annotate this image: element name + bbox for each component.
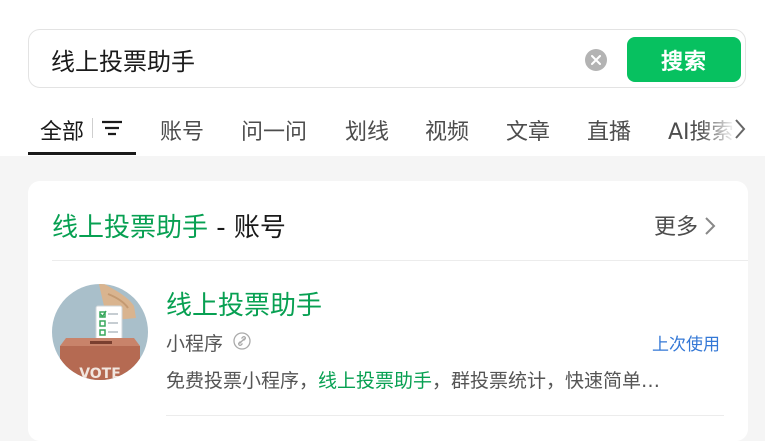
- close-icon: [591, 55, 601, 65]
- result-title[interactable]: 线上投票助手: [166, 285, 322, 322]
- search-button[interactable]: 搜索: [627, 37, 741, 82]
- tab-divider: [92, 118, 93, 138]
- tab-all[interactable]: 全部: [40, 114, 84, 146]
- clear-search-button[interactable]: [585, 49, 607, 71]
- tab-bar: 全部 账号 问一问 划线 视频 文章 直播 AI搜索: [0, 104, 765, 156]
- search-input[interactable]: [51, 44, 571, 74]
- desc-text: 免费投票小程序，: [166, 370, 319, 392]
- chevron-right-icon: [705, 217, 716, 235]
- mini-program-avatar[interactable]: VOTE: [52, 284, 148, 380]
- more-button[interactable]: 更多: [654, 209, 716, 241]
- section-title: 线上投票助手 - 账号: [52, 207, 286, 244]
- filter-icon[interactable]: [102, 120, 122, 140]
- more-label: 更多: [654, 215, 699, 240]
- section-title-query: 线上投票助手: [52, 213, 209, 243]
- tabs-scroll-right-button[interactable]: [733, 118, 747, 144]
- tab-live[interactable]: 直播: [587, 114, 631, 146]
- active-tab-indicator: [28, 152, 136, 155]
- tab-articles[interactable]: 文章: [506, 114, 550, 146]
- tab-accounts[interactable]: 账号: [160, 114, 204, 146]
- tab-videos[interactable]: 视频: [425, 114, 469, 146]
- desc-text: ，群投票统计，快速简单…: [432, 370, 661, 392]
- desc-highlight: 线上投票助手: [318, 370, 433, 392]
- link-icon: [233, 332, 251, 354]
- divider: [166, 415, 724, 416]
- ballot-box-icon: VOTE: [52, 284, 148, 380]
- result-description: 免费投票小程序，线上投票助手，群投票统计，快速简单…: [166, 366, 726, 393]
- divider: [52, 260, 748, 261]
- result-type: 小程序: [166, 333, 224, 355]
- recently-used-label: 上次使用: [652, 335, 720, 355]
- chevron-right-icon: [735, 119, 746, 139]
- tab-ask[interactable]: 问一问: [241, 114, 307, 146]
- account-results-card: 线上投票助手 - 账号 更多 VOTE 线上投票助手 小程序 上次使用 免费投票…: [28, 181, 748, 441]
- svg-text:VOTE: VOTE: [79, 366, 121, 380]
- search-bar: 搜索: [28, 29, 746, 88]
- tab-highlights[interactable]: 划线: [345, 114, 389, 146]
- search-header: 搜索 全部 账号 问一问 划线 视频 文章 直播 AI搜索: [0, 0, 765, 156]
- section-title-suffix: - 账号: [208, 213, 286, 243]
